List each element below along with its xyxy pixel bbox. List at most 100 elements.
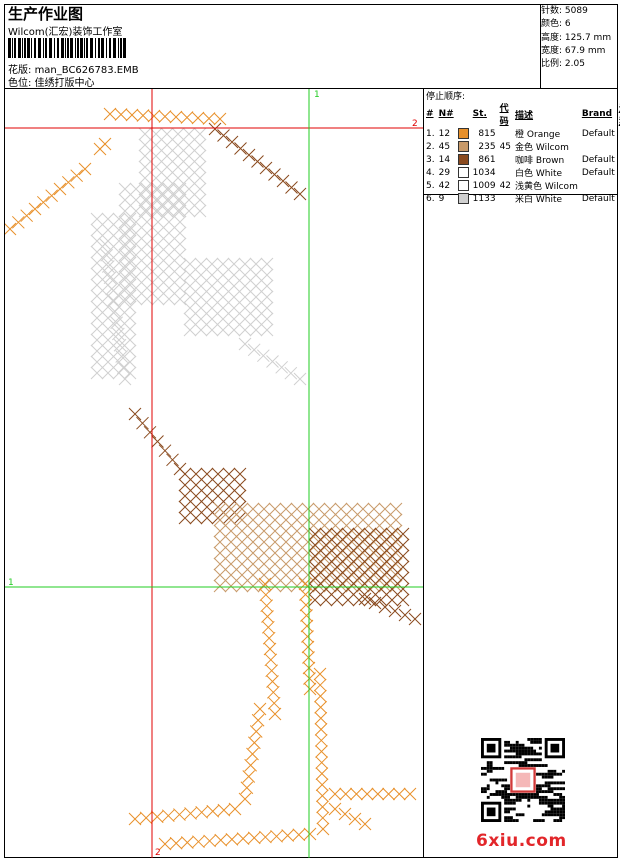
guide-label-red-bottom: 2: [155, 848, 161, 858]
row-swatch: [456, 140, 471, 153]
stat-value: 67.9 mm: [564, 45, 606, 56]
row-needle: 14: [438, 154, 451, 165]
embroidery-pattern: 1 1 2 2: [5, 89, 423, 858]
description-cn: 橙: [515, 130, 525, 140]
row-stitches: 815: [478, 128, 496, 139]
row-stitches: 861: [478, 154, 496, 165]
guide-label-green-top: 1: [314, 90, 320, 100]
stat-value: 2.05: [564, 59, 585, 70]
row-index: 6.: [426, 193, 435, 204]
row-brand: Default: [581, 193, 615, 204]
color-row: 6. 9 1133 米白 White Default: [424, 192, 620, 205]
row-code: [498, 192, 513, 205]
row-code: 42: [499, 180, 512, 191]
color-swatch: [457, 193, 469, 204]
qr-code: [481, 738, 565, 822]
row-swatch: [456, 127, 471, 140]
description-en: White: [533, 195, 563, 205]
col-stitches: St.: [472, 109, 487, 119]
color-position-label: 色位:: [8, 78, 32, 89]
stat-label: 针数:: [541, 6, 563, 16]
row-brand: [580, 140, 617, 153]
col-code: 代码: [499, 104, 509, 127]
row-stitches: 1009: [472, 180, 496, 191]
description-cn: 金色: [515, 143, 534, 153]
row-needle: 12: [438, 128, 451, 139]
stat-width: 宽度: 67.9 mm: [541, 45, 611, 58]
col-brand: Brand: [581, 109, 613, 119]
stat-scale: 比例: 2.05: [541, 58, 611, 71]
description-en: Orange: [524, 130, 561, 140]
col-swatch: [456, 101, 471, 127]
color-row: 2. 45 235 45 金色 Wilcom: [424, 140, 620, 153]
row-stitches: 1133: [472, 193, 496, 204]
row-index: 4.: [426, 167, 435, 178]
row-swatch: [456, 166, 471, 179]
color-position-value: 佳绣打版中心: [34, 78, 95, 89]
row-description: 金色 Wilcom: [513, 140, 580, 153]
row-stitches: 1034: [472, 167, 496, 178]
stat-height: 高度: 125.7 mm: [541, 32, 611, 45]
row-code: [498, 166, 513, 179]
row-brand: Default: [581, 128, 615, 139]
row-brand: Default: [581, 154, 615, 165]
row-brand: Default: [581, 167, 615, 178]
page-title: 生产作业图: [8, 5, 84, 23]
row-brand: [580, 179, 617, 192]
color-swatch: [457, 167, 469, 178]
row-code: [498, 127, 513, 140]
row-description: 橙 Orange: [513, 127, 580, 140]
description-en: White: [533, 169, 563, 179]
description-cn: 咖啡: [515, 156, 534, 166]
col-index: #: [426, 109, 434, 119]
stats-panel: 针数: 5089 颜色: 6 高度: 125.7 mm 宽度: 67.9 mm …: [541, 5, 611, 71]
row-needle: 45: [438, 141, 451, 152]
color-swatch: [457, 180, 469, 191]
color-swatch: [457, 154, 469, 165]
description-cn: 白色: [515, 169, 534, 179]
stat-label: 比例:: [541, 59, 563, 70]
row-index: 1.: [426, 128, 435, 139]
company-name: Wilcom(汇宏)装饰工作室: [8, 27, 123, 38]
description-en: Wilcom: [533, 143, 569, 153]
stat-value: 125.7 mm: [564, 32, 612, 43]
row-code: 45: [499, 141, 512, 152]
stat-colors: 颜色: 6: [541, 18, 611, 31]
row-index: 2.: [426, 141, 435, 152]
row-code: [498, 153, 513, 166]
color-table-header: # N# St. 代码 描述 Brand 元素: [424, 101, 620, 127]
row-index: 3.: [426, 154, 435, 165]
col-description: 描述: [515, 110, 534, 121]
description-en: Brown: [533, 156, 565, 166]
guide-label-green-left: 1: [8, 578, 14, 588]
guide-lines: 1 1 2 2: [5, 89, 423, 858]
stat-label: 颜色:: [541, 19, 563, 30]
row-index: 5.: [426, 180, 435, 191]
row-needle: 9: [438, 193, 445, 204]
color-table: # N# St. 代码 描述 Brand 元素 1.12815橙 OrangeD…: [424, 101, 620, 205]
stat-label: 高度:: [541, 32, 563, 43]
barcode: [8, 38, 126, 58]
row-swatch: [456, 153, 471, 166]
color-swatch: [457, 141, 469, 152]
description-en: Wilcom: [542, 182, 578, 192]
color-position: 色位: 佳绣打版中心: [8, 74, 95, 89]
site-logo: 6xiu.com: [476, 831, 567, 851]
row-stitches: 235: [478, 141, 496, 152]
row-description: 咖啡 Brown: [513, 153, 580, 166]
stat-value: 5089: [564, 6, 588, 16]
color-row: 5. 42 1009 42 浅黄色 Wilcom: [424, 179, 620, 192]
description-cn: 浅黄色: [515, 182, 543, 192]
color-swatch: [457, 128, 469, 139]
row-swatch: [456, 192, 471, 205]
color-row: 4. 29 1034 白色 White Default: [424, 166, 620, 179]
stat-stitches: 针数: 5089: [541, 5, 611, 18]
row-description: 白色 White: [513, 166, 580, 179]
row-description: 米白 White: [513, 192, 580, 205]
stat-value: 6: [564, 19, 571, 30]
row-swatch: [456, 179, 471, 192]
color-row: 3. 14 861 咖啡 Brown Default: [424, 153, 620, 166]
description-cn: 米白: [515, 195, 534, 205]
row-needle: 29: [438, 167, 451, 178]
row-needle: 42: [438, 180, 451, 191]
